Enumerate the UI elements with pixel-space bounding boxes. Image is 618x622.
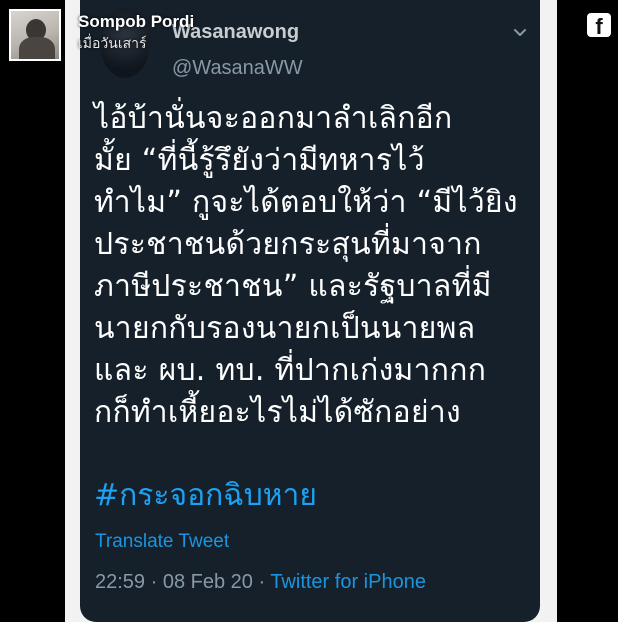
translate-tweet-link[interactable]: Translate Tweet <box>95 530 229 554</box>
tweet-body-line: กก็ทำเหี้ยอะไรไม่ได้ซักอย่าง <box>94 395 461 430</box>
tweet-body-line: ไอ้บ้านั่นจะออกมาลำเลิกอีก <box>94 101 453 136</box>
post-date-link[interactable]: เมื่อวันเสาร์ <box>78 36 147 53</box>
tweet-body: ไอ้บ้านั่นจะออกมาลำเลิกอีก มั้ย “ที่นี้ร… <box>94 98 530 434</box>
avatar-body-shape <box>19 37 55 59</box>
tweet-hashtag-link[interactable]: #กระจอกฉิบหาย <box>94 476 317 516</box>
tweet-screenshot: Wasanawong @WasanaWW ไอ้บ้านั่นจะออกมาลำ… <box>80 0 540 622</box>
post-header: Sompob Pordi เมื่อวันเสาร์ f <box>0 0 618 70</box>
poster-name-link[interactable]: Sompob Pordi <box>78 12 194 32</box>
tweet-body-line: มั้ย “ที่นี้รู้รึยังว่ามีทหารไว้ <box>94 143 425 178</box>
tweet-body-line: ประชาชนด้วยกระสุนที่มาจาก <box>94 227 482 262</box>
tweet-source-link[interactable]: Twitter for iPhone <box>270 571 426 593</box>
tweet-meta: 22:59 · 08 Feb 20 · Twitter for iPhone <box>95 570 426 594</box>
tweet-body-line: นายกกับรองนายกเป็นนายพล <box>94 311 476 346</box>
tweet-body-line: ทำไม” กูจะได้ตอบให้ว่า “มีไว้ยิง <box>94 185 518 220</box>
tweet-timestamp: 22:59 · 08 Feb 20 · <box>95 571 271 593</box>
tweet-body-line: ภาษีประชาชน” และรัฐบาลที่มี <box>94 269 492 304</box>
tweet-body-line: และ ผบ. ทบ. ที่ปากเก่งมากกก <box>94 353 487 388</box>
facebook-icon[interactable]: f <box>587 13 611 37</box>
avatar[interactable] <box>9 9 61 61</box>
